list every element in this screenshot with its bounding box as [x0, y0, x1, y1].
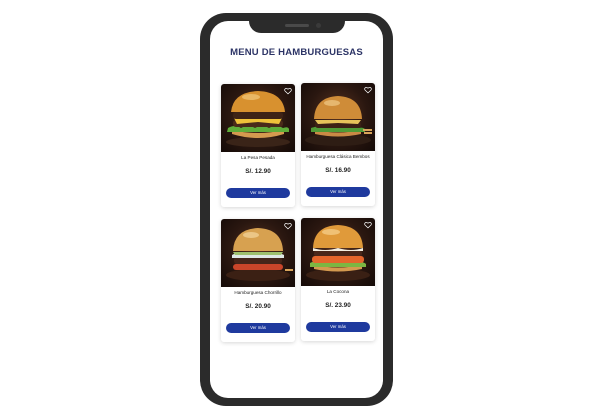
- product-card[interactable]: La Cocona S/. 23.90 Ver más: [301, 218, 375, 341]
- product-name: La Pesa Pesada: [241, 155, 275, 160]
- product-price: S/. 12.90: [245, 168, 271, 175]
- phone-speaker: [285, 24, 309, 27]
- product-image: [301, 218, 375, 286]
- product-name: La Cocona: [326, 289, 350, 294]
- product-card[interactable]: Hamburguesa Chorrillo S/. 20.90 Ver más: [221, 219, 295, 342]
- view-more-button[interactable]: Ver más: [306, 322, 370, 332]
- phone-camera: [316, 23, 321, 28]
- product-image: [221, 219, 295, 287]
- product-price: S/. 16.90: [325, 167, 351, 174]
- product-name: Hamburguesa Clásica Bembos: [306, 154, 370, 159]
- phone-notch: [249, 13, 345, 33]
- view-more-button[interactable]: Ver más: [306, 187, 370, 197]
- page-title: MENU DE HAMBURGUESAS: [230, 47, 363, 58]
- heart-icon[interactable]: [284, 222, 292, 230]
- product-card[interactable]: La Pesa Pesada S/. 12.90 Ver más: [221, 84, 295, 207]
- heart-icon[interactable]: [364, 86, 372, 94]
- view-more-button[interactable]: Ver más: [226, 323, 290, 333]
- product-name: Hamburguesa Chorrillo: [234, 290, 282, 295]
- heart-icon[interactable]: [284, 87, 292, 95]
- product-image: [301, 83, 375, 151]
- product-image: [221, 84, 295, 152]
- product-price: S/. 23.90: [325, 302, 351, 309]
- view-more-button[interactable]: Ver más: [226, 188, 290, 198]
- product-price: S/. 20.90: [245, 303, 271, 310]
- product-card[interactable]: Hamburguesa Clásica Bembos S/. 16.90 Ver…: [301, 83, 375, 206]
- heart-icon[interactable]: [364, 221, 372, 229]
